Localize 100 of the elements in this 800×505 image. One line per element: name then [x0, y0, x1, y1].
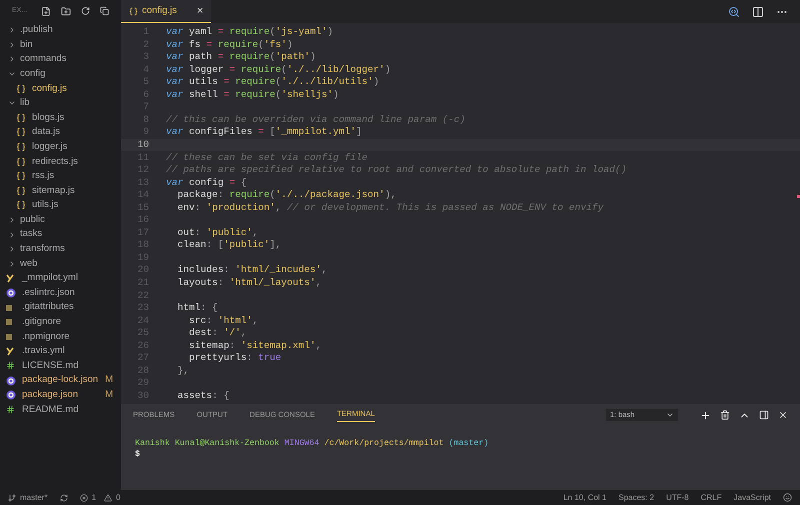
close-icon[interactable]: [778, 410, 788, 420]
code-line: var yaml = require('js-yaml'): [166, 25, 334, 40]
file-item[interactable]: rss.js: [0, 168, 121, 184]
file-item[interactable]: LICENSE.md: [0, 358, 121, 374]
close-button[interactable]: ×: [196, 2, 204, 20]
file-item[interactable]: sitemap.js: [0, 184, 121, 198]
code-line: layouts: 'html/_layouts',: [176, 276, 322, 290]
file-item[interactable]: redirects.js: [0, 154, 121, 169]
folder-name: commands: [20, 52, 66, 66]
code-line: package: require('./../package.json'),: [176, 188, 396, 202]
code-line: var fs = require('fs'): [166, 38, 293, 52]
code-line: // paths are specified relative to root and converted to absolute path in load(): [166, 163, 627, 178]
js-file-icon: [16, 127, 28, 138]
file-item[interactable]: package.json M: [0, 388, 121, 402]
file-item[interactable]: .eslintrc.json: [0, 286, 121, 300]
encoding[interactable]: UTF-8: [666, 492, 689, 504]
editor-tab[interactable]: config.js ×: [121, 0, 212, 23]
new-terminal-icon[interactable]: [700, 410, 711, 420]
branch-name[interactable]: master*: [20, 492, 48, 504]
folder-name: public: [20, 212, 45, 227]
file-item[interactable]: data.js: [0, 125, 121, 140]
json-file-icon: [6, 288, 18, 298]
file-item[interactable]: blogs.js: [0, 110, 121, 126]
code-line: assets: {: [176, 388, 230, 403]
trash-icon[interactable]: [720, 410, 730, 420]
file-item[interactable]: utils.js: [0, 198, 121, 213]
file-name: sitemap.js: [32, 184, 76, 198]
js-file-icon: [16, 171, 28, 182]
cursor-position[interactable]: Ln 10, Col 1: [563, 492, 606, 504]
js-file-icon: [16, 84, 28, 94]
code-line: prettyurls: true: [188, 351, 282, 366]
file-name: README.md: [22, 402, 80, 417]
file-item[interactable]: .gitignore: [0, 314, 121, 330]
js-file-icon: [16, 200, 28, 210]
code-line: var logger = require('./../lib/logger'): [166, 62, 391, 77]
js-file-icon: [129, 6, 138, 16]
warning-count[interactable]: 0: [116, 492, 120, 504]
code-line: clean: ['public'],: [176, 238, 282, 252]
json-file-icon: [6, 376, 18, 386]
file-item[interactable]: package-lock.json M: [0, 373, 121, 388]
terminal-branch: (master): [448, 438, 489, 449]
file-item[interactable]: README.md: [0, 402, 121, 418]
json-file-icon: [6, 390, 18, 400]
folder-item[interactable]: web: [0, 256, 121, 272]
folder-item[interactable]: public: [0, 212, 121, 228]
code-line: var shell = require('shelljs'): [166, 88, 339, 102]
git-status-label: M: [105, 373, 113, 388]
git-status-label: M: [105, 388, 113, 402]
error-icon: [80, 494, 88, 502]
open-preview-icon[interactable]: [728, 6, 740, 18]
code-line: src: 'html',: [188, 314, 258, 328]
error-count[interactable]: 1: [92, 492, 96, 504]
indentation[interactable]: Spaces: 2: [618, 492, 654, 504]
smiley-icon[interactable]: [783, 493, 792, 502]
scroll-marker: [797, 195, 800, 198]
terminal-path: /c/Work/projects/mmpilot: [324, 438, 444, 449]
file-name: package-lock.json: [22, 373, 100, 388]
file-name: .gitignore: [22, 315, 62, 330]
folder-name: config: [20, 66, 46, 81]
file-name: config.js: [32, 82, 68, 96]
sync-icon[interactable]: [60, 494, 68, 502]
code-line: includes: 'html/_incudes',: [176, 263, 328, 278]
refresh-icon[interactable]: [81, 6, 90, 16]
line-ending[interactable]: CRLF: [700, 492, 722, 504]
code-line: var path = require('path'): [166, 50, 316, 64]
file-name: utils.js: [32, 198, 60, 212]
code-line: },: [176, 364, 190, 378]
file-item[interactable]: .gitattributes: [0, 300, 121, 315]
folder-item[interactable]: .publish: [0, 23, 121, 38]
folder-item[interactable]: transforms: [0, 242, 121, 256]
file-item[interactable]: _mmpilot.yml: [0, 271, 121, 286]
folder-item[interactable]: bin: [0, 38, 121, 52]
folder-name: transforms: [20, 242, 65, 256]
code-line: // this can be overriden via command line param (-c): [166, 112, 466, 127]
folder-item[interactable]: config: [0, 66, 121, 82]
folder-item[interactable]: tasks: [0, 227, 121, 242]
file-name: package.json: [22, 388, 79, 402]
file-item[interactable]: .travis.yml: [0, 344, 121, 359]
folder-item[interactable]: commands: [0, 52, 121, 67]
language-mode[interactable]: JavaScript: [734, 492, 771, 504]
panel-layout-icon[interactable]: [759, 410, 769, 420]
file-item[interactable]: .npmignore: [0, 329, 121, 344]
new-file-icon[interactable]: [41, 6, 52, 16]
folder-name: lib: [20, 96, 30, 110]
dropdown-caret-icon: [666, 411, 674, 419]
split-editor-icon[interactable]: [752, 6, 764, 18]
new-folder-icon[interactable]: [61, 6, 71, 16]
folder-name: .publish: [20, 23, 53, 38]
file-name: rss.js: [32, 169, 56, 184]
code-line: var utils = require('./../lib/utils'): [166, 75, 380, 90]
folder-item[interactable]: lib: [0, 96, 121, 111]
code-line: // these can be set via config file: [166, 150, 368, 165]
js-file-icon: [16, 186, 28, 196]
file-item[interactable]: logger.js: [0, 140, 121, 154]
folder-name: tasks: [20, 227, 42, 242]
file-name: LICENSE.md: [22, 358, 80, 373]
file-name: logger.js: [32, 140, 68, 154]
tab-label: config.js: [142, 4, 177, 18]
warning-icon: [104, 494, 112, 502]
file-item[interactable]: config.js: [0, 81, 121, 96]
